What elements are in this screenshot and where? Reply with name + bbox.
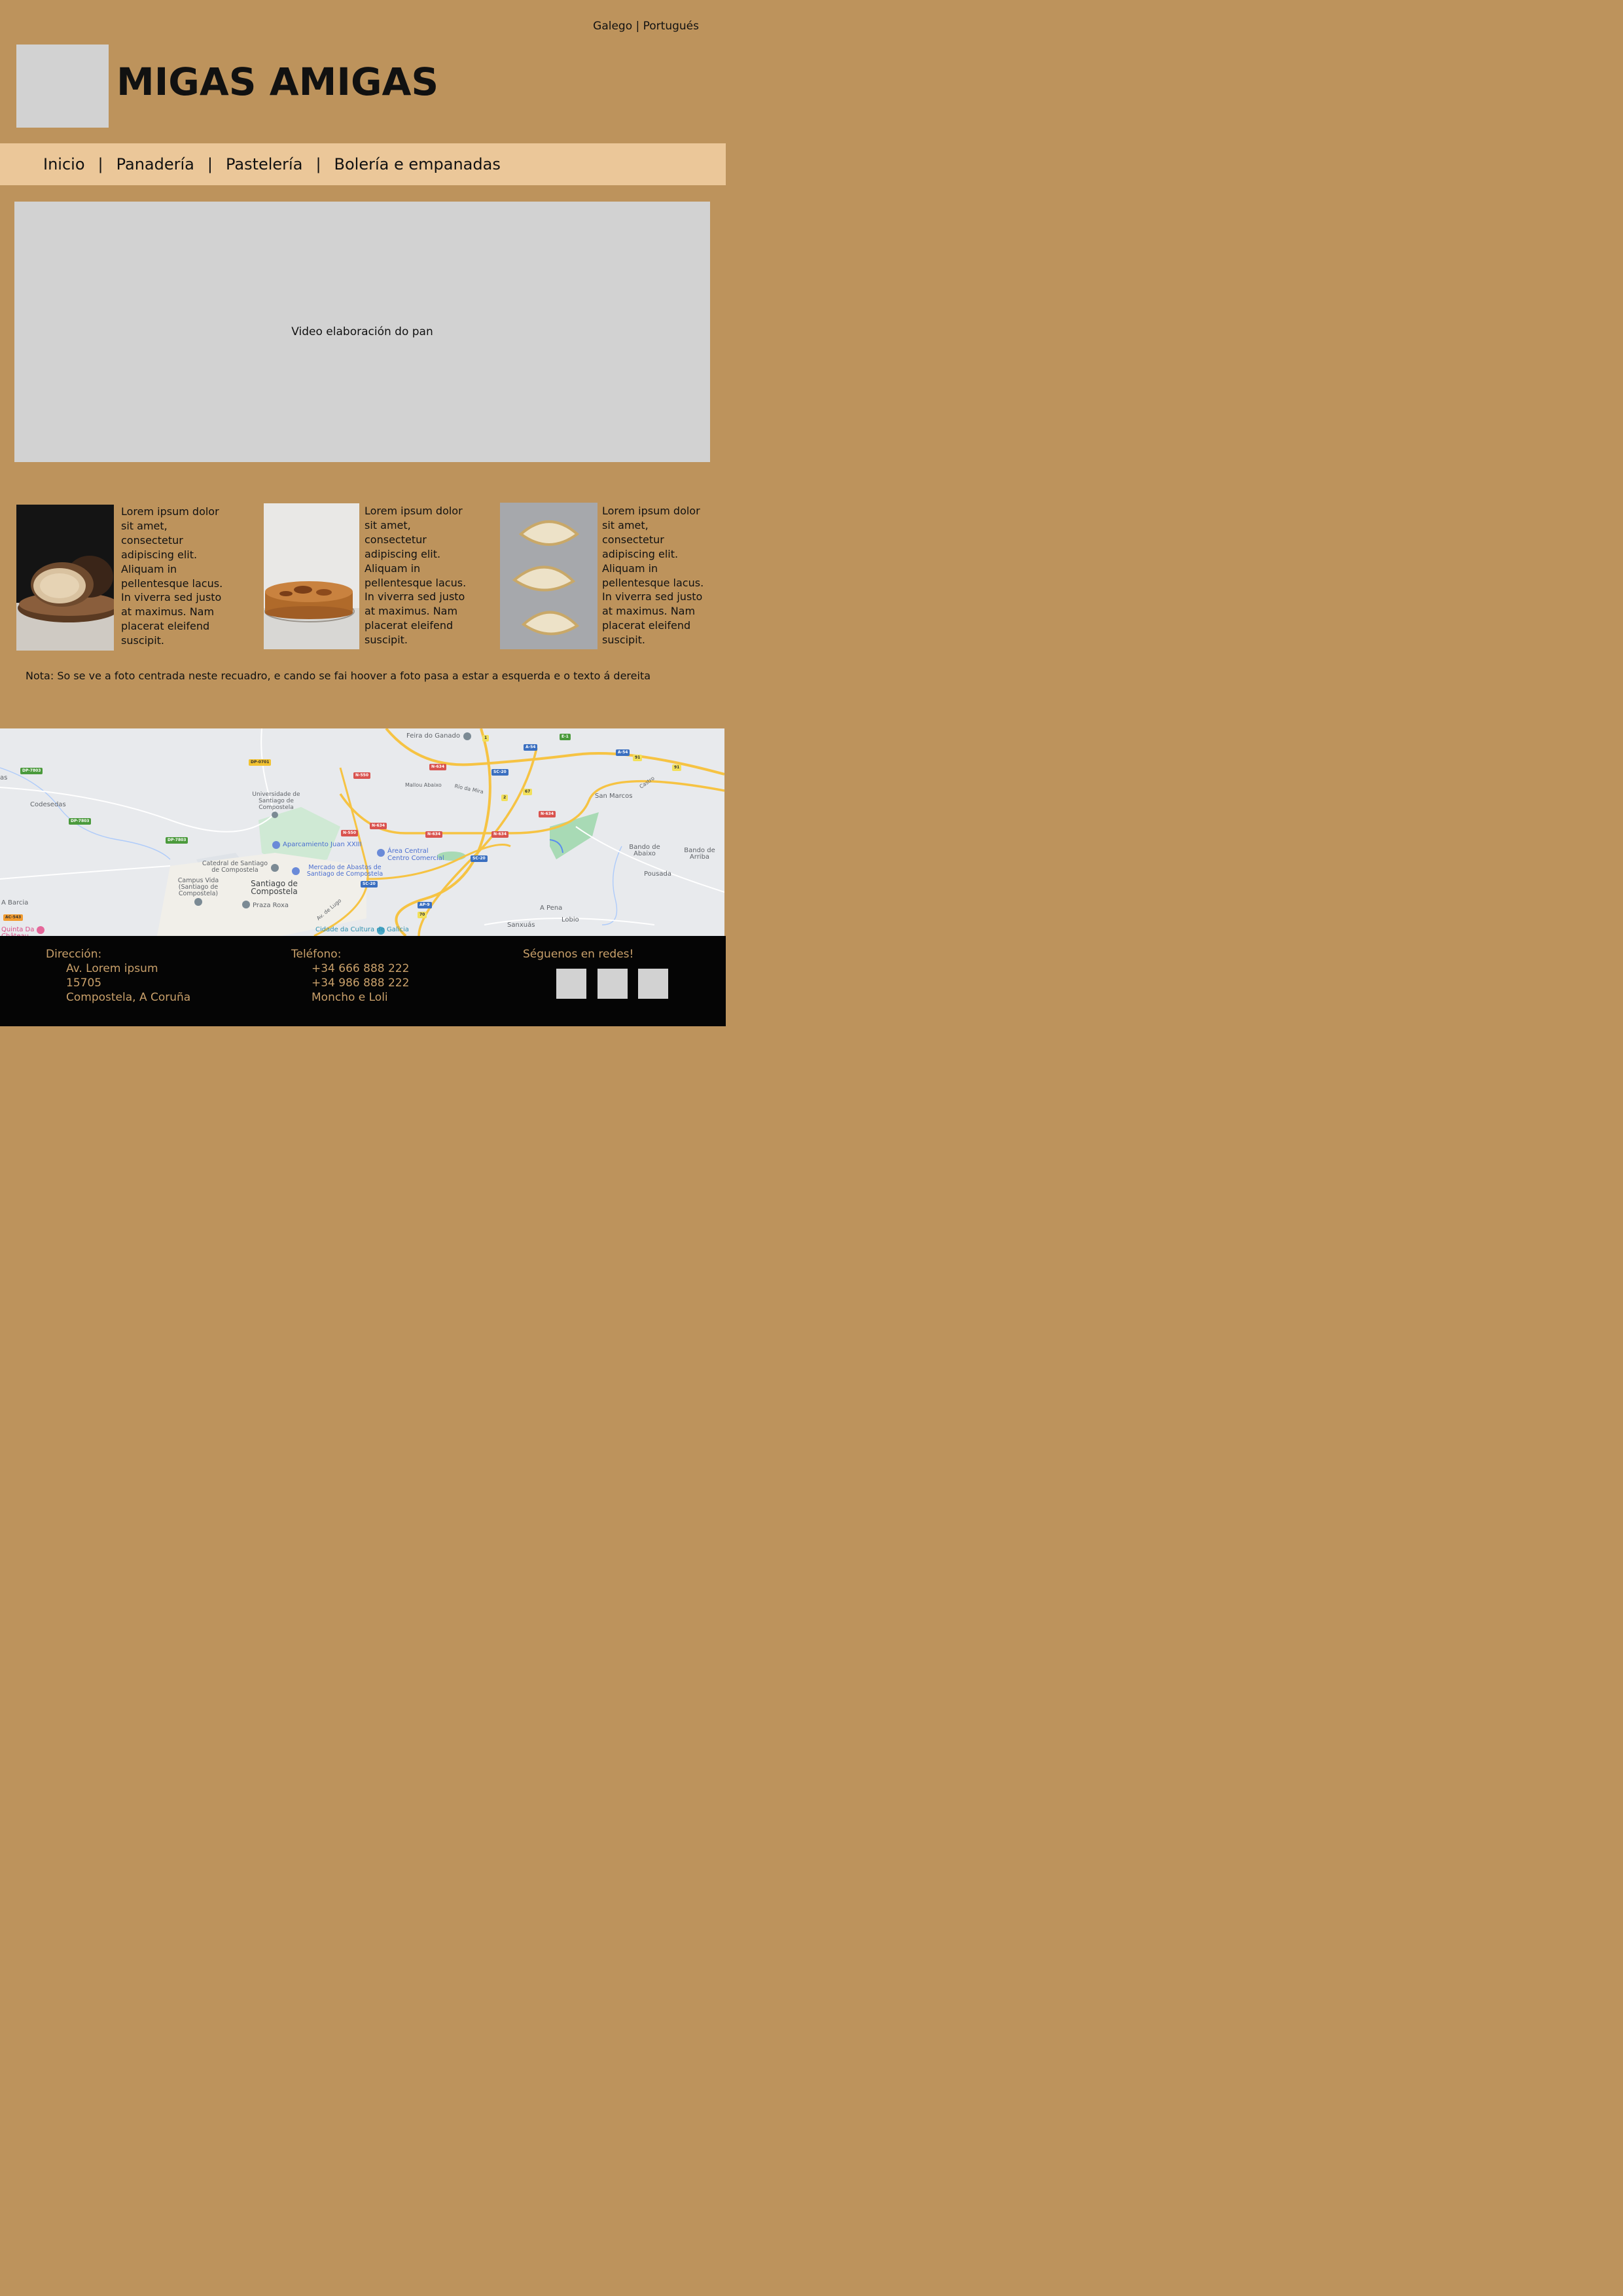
footer-phone-line[interactable]: +34 666 888 222 xyxy=(291,961,409,976)
map-place-label: San Marcos xyxy=(595,793,633,800)
map-place-label: Área Central Centro Comercial xyxy=(387,848,444,862)
nav-separator: | xyxy=(315,155,321,173)
map-place-label: Universidade de Santiago de Compostela xyxy=(252,791,300,811)
footer-address-line: 15705 xyxy=(66,977,102,990)
map-road-badge: DP-7803 xyxy=(69,818,92,825)
video-placeholder[interactable]: Video elaboración do pan xyxy=(14,202,710,462)
language-switch[interactable]: Galego | Portugués xyxy=(593,20,699,33)
product-description-cake: Lorem ipsum dolor sit amet, consectetur … xyxy=(365,505,467,647)
nav-link-panaderia[interactable]: Panadería xyxy=(116,155,194,173)
footer-address: Dirección: Av. Lorem ipsum 15705 Compost… xyxy=(46,947,190,1005)
map-place-label: Pousada xyxy=(644,870,671,878)
map-place-label: Lobio xyxy=(562,916,579,924)
map-place-label: Aparcamiento Juan XXIII xyxy=(283,841,362,848)
map-road-badge: 67 xyxy=(523,789,533,795)
map-road-badge: N-550 xyxy=(341,830,359,836)
map-place-label: Catedral de Santiago de Compostela xyxy=(202,860,268,874)
product-description-empanadas: Lorem ipsum dolor sit amet, consectetur … xyxy=(602,505,704,647)
map-road-badge: 91 xyxy=(672,764,682,771)
map-place-label: Bando de Arriba xyxy=(684,847,715,861)
social-icon-1[interactable] xyxy=(556,969,586,999)
product-description-bread: Lorem ipsum dolor sit amet, consectetur … xyxy=(121,505,223,647)
map-place-label: Feira do Ganado xyxy=(406,732,461,740)
layout-note: Nota: So se ve a foto centrada neste rec… xyxy=(26,670,651,682)
map-road-badge: N-634 xyxy=(429,764,447,770)
nav-separator: | xyxy=(207,155,213,173)
map-road-badge: 70 xyxy=(418,912,427,918)
nav-link-boleria-empanadas[interactable]: Bolería e empanadas xyxy=(334,155,501,173)
map-road-badge: E-1 xyxy=(560,734,571,740)
map-place-label: Cidade da Cultura de Galicia xyxy=(315,926,409,933)
map-place-label: A Barcia xyxy=(1,899,29,906)
bread-photo[interactable] xyxy=(16,505,114,651)
map-place-label: Bando de Abaixo xyxy=(629,844,660,857)
map-place-label: Praza Roxa xyxy=(253,902,289,909)
nav-link-pasteleria[interactable]: Pastelería xyxy=(226,155,302,173)
map-place-label: Campus Vida (Santiago de Compostela) xyxy=(177,877,219,897)
footer-phone-heading: Teléfono: xyxy=(291,948,342,961)
map-place-label: Codesedas xyxy=(30,801,66,808)
footer-address-line: Av. Lorem ipsum xyxy=(66,962,158,975)
footer-phone: Teléfono: +34 666 888 222 +34 986 888 22… xyxy=(291,947,409,1005)
map-road-badge: N-634 xyxy=(539,811,556,817)
footer-contact-name: Moncho e Loli xyxy=(312,991,388,1004)
map-road-badge: DP-0701 xyxy=(249,759,272,766)
nav-link-inicio[interactable]: Inicio xyxy=(43,155,85,173)
map-road-badge: 1 xyxy=(482,735,490,742)
footer-social-heading: Séguenos en redes! xyxy=(523,948,634,961)
cake-photo[interactable] xyxy=(264,503,359,649)
social-icon-3[interactable] xyxy=(638,969,668,999)
map-road-badge: A-54 xyxy=(616,749,630,756)
map-road-badge: DP-7803 xyxy=(166,837,188,844)
footer-address-heading: Dirección: xyxy=(46,948,102,961)
map-place-label: as xyxy=(0,774,8,781)
map-road-badge: SC-20 xyxy=(471,855,488,862)
map-road-badge: DP-7803 xyxy=(20,768,43,774)
map-road-badge: N-634 xyxy=(370,823,387,829)
map-place-label: Sanxuás xyxy=(507,922,535,929)
map-road-badge: N-550 xyxy=(353,772,371,779)
map-place-label: Mallou Abaixo xyxy=(405,782,442,788)
map-place-label: Mercado de Abastos de Santiago de Compos… xyxy=(306,864,383,878)
nav-separator: | xyxy=(98,155,103,173)
footer-address-line: Compostela, A Coruña xyxy=(66,991,191,1004)
map-road-badge: AC-543 xyxy=(3,914,24,921)
map-place-label: Quinta Da Château xyxy=(1,926,35,937)
logo-placeholder xyxy=(16,45,109,128)
map-road-badge: N-634 xyxy=(491,831,509,838)
location-map[interactable]: Feira do Ganado Codesedas Universidade d… xyxy=(0,728,724,936)
map-road-badge: A-54 xyxy=(524,744,538,751)
map-road-badge: N-634 xyxy=(425,831,443,838)
map-road-badge: SC-20 xyxy=(491,769,508,776)
map-road-badge: 2 xyxy=(501,795,508,801)
map-road-badge: AP-9 xyxy=(418,902,432,908)
site-title: MIGAS AMIGAS xyxy=(116,60,439,104)
map-road-badge: 91 xyxy=(633,755,643,761)
video-placeholder-label: Video elaboración do pan xyxy=(291,325,433,338)
map-place-label: A Pena xyxy=(540,905,563,912)
empanadas-photo[interactable] xyxy=(500,503,597,649)
social-icon-2[interactable] xyxy=(597,969,628,999)
footer-phone-line[interactable]: +34 986 888 222 xyxy=(291,976,409,990)
main-nav: Inicio | Panadería | Pastelería | Bolerí… xyxy=(0,143,726,185)
map-road-badge: SC-20 xyxy=(361,881,378,888)
map-place-label: Santiago de Compostela xyxy=(251,879,298,896)
